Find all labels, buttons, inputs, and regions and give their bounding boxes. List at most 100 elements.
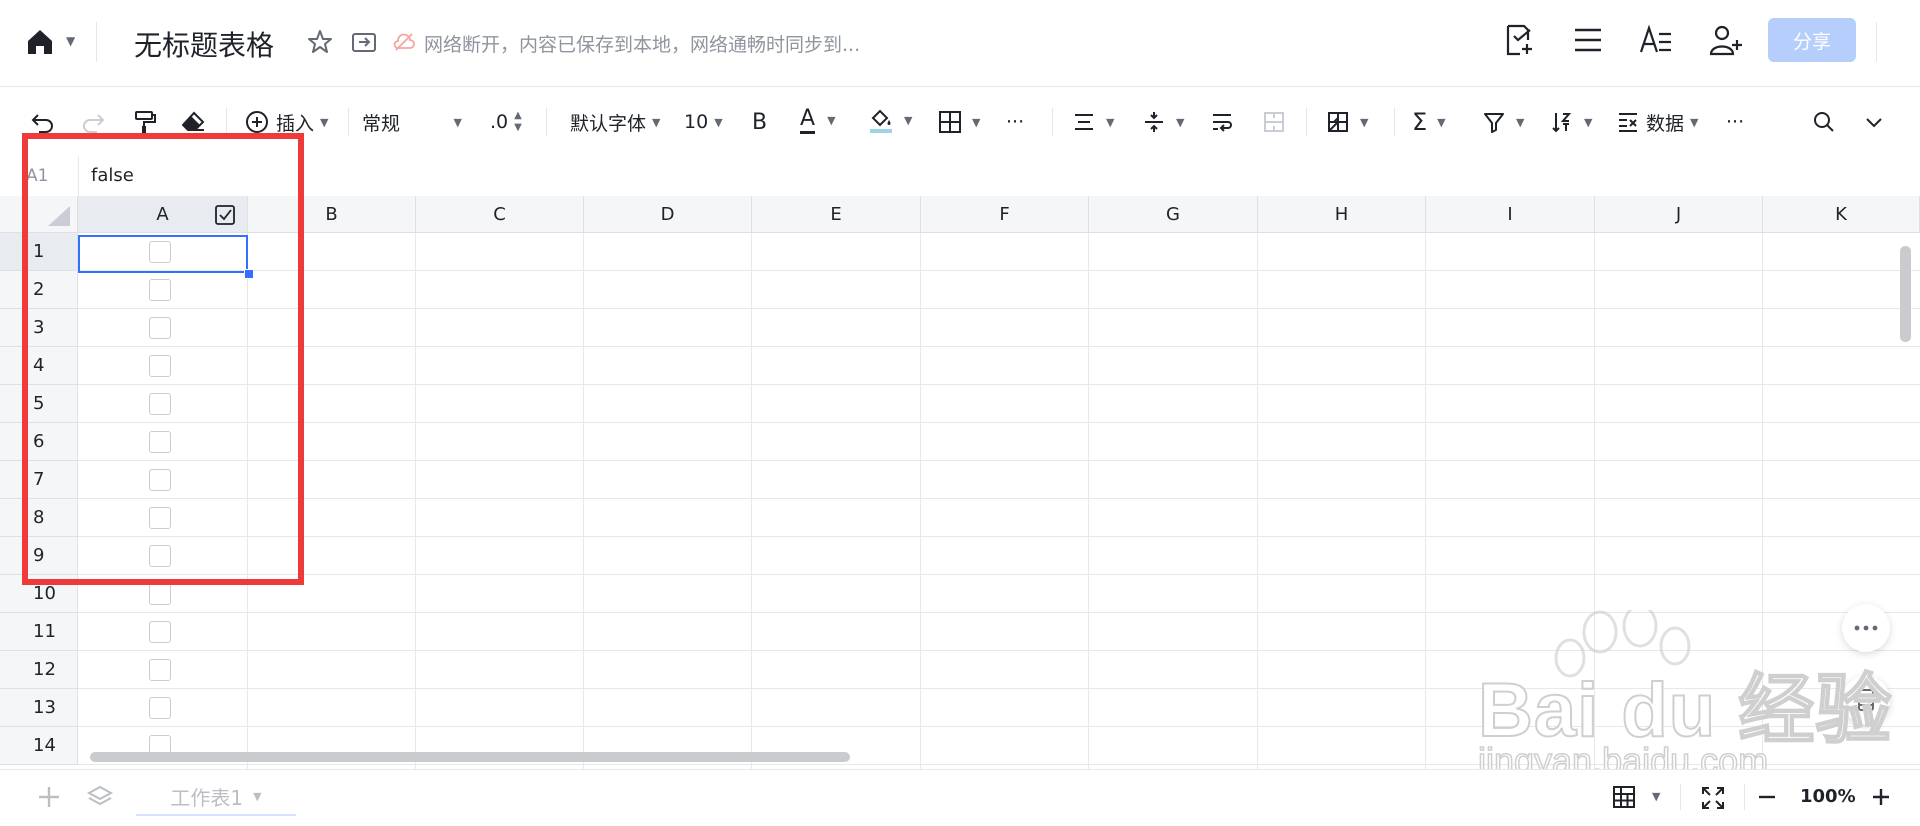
horizontal-scrollbar[interactable]	[90, 752, 850, 762]
chevron-down-icon: ▼	[714, 115, 723, 129]
decimal-places-stepper[interactable]: .0 ▲ ▼	[490, 108, 522, 136]
fullscreen-icon[interactable]	[1700, 785, 1726, 811]
conditional-format-icon	[1328, 112, 1348, 132]
column-header-j[interactable]: J	[1595, 196, 1763, 233]
more-tools-button[interactable]: ···	[1726, 108, 1744, 136]
row-gridline	[78, 574, 1920, 575]
chevron-down-icon: ▼	[253, 789, 262, 803]
checkbox-a10[interactable]	[149, 583, 171, 605]
menu-icon[interactable]	[1570, 22, 1606, 58]
document-check-icon[interactable]	[1500, 22, 1536, 58]
chevron-down-icon: ▼	[972, 115, 981, 129]
insert-button[interactable]: 插入 ▼	[244, 108, 328, 136]
home-icon[interactable]	[24, 26, 56, 58]
more-format-button[interactable]: ···	[1006, 108, 1024, 136]
number-format-select[interactable]: 常规 ▼	[362, 108, 462, 136]
data-menu-button[interactable]: 数据 ▼	[1616, 108, 1698, 136]
add-sheet-icon[interactable]	[36, 784, 62, 810]
checkbox-a13[interactable]	[149, 697, 171, 719]
horizontal-align-button[interactable]: ▼	[1072, 108, 1114, 136]
column-header-i[interactable]: I	[1426, 196, 1595, 233]
bold-button[interactable]: B	[752, 108, 767, 136]
checkbox-a12[interactable]	[149, 659, 171, 681]
row-gridline	[78, 384, 1920, 385]
divider	[1052, 108, 1053, 136]
column-header-f[interactable]: F	[921, 196, 1089, 233]
chevron-down-icon[interactable]: ▼	[1652, 790, 1660, 803]
column-header-c[interactable]: C	[416, 196, 584, 233]
sheet-list-layers-icon[interactable]	[86, 784, 114, 810]
border-button[interactable]: ▼	[938, 108, 980, 136]
filter-icon	[1484, 113, 1504, 133]
column-gridline	[1088, 233, 1089, 769]
sum-button[interactable]: Σ ▼	[1412, 108, 1446, 136]
add-collaborator-icon[interactable]	[1708, 22, 1744, 58]
move-to-folder-icon[interactable]	[350, 28, 378, 56]
grid-view-icon[interactable]	[1612, 785, 1636, 809]
fill-color-button[interactable]: ▼	[868, 106, 912, 134]
row-header-11[interactable]: 11	[0, 613, 78, 651]
checkbox-a11[interactable]	[149, 621, 171, 643]
star-icon[interactable]	[306, 28, 334, 56]
column-header-label: I	[1507, 203, 1513, 225]
row-header-14[interactable]: 14	[0, 727, 78, 765]
conditional-format-button[interactable]: ▼	[1326, 108, 1368, 136]
font-size-select[interactable]: 10 ▼	[684, 108, 723, 136]
zoom-in-icon[interactable]	[1870, 786, 1892, 808]
row-gridline	[78, 498, 1920, 499]
column-header-label: B	[325, 203, 338, 225]
sheet-tab-1[interactable]: 工作表1 ▼	[136, 778, 296, 816]
row-header-12[interactable]: 12	[0, 651, 78, 689]
search-button[interactable]	[1812, 108, 1836, 136]
wrap-text-icon	[1213, 114, 1232, 132]
chevron-down-icon: ▼	[320, 115, 329, 129]
align-center-icon	[1075, 114, 1093, 130]
wrap-text-button[interactable]	[1210, 108, 1234, 136]
divider	[546, 108, 547, 136]
collapse-toolbar-button[interactable]	[1862, 108, 1886, 136]
more-icon: ···	[1006, 111, 1025, 133]
document-title[interactable]: 无标题表格	[134, 24, 274, 64]
row-header-13[interactable]: 13	[0, 689, 78, 727]
divider	[348, 108, 349, 136]
bottom-bar: 工作表1 ▼ ▼ 100%	[0, 769, 1920, 826]
column-header-h[interactable]: H	[1258, 196, 1426, 233]
undo-icon	[31, 114, 53, 133]
undo-button[interactable]	[30, 108, 56, 136]
row-header-label: 11	[33, 621, 56, 642]
format-painter-button[interactable]	[132, 108, 158, 136]
column-header-g[interactable]: G	[1089, 196, 1258, 233]
home-dropdown-caret-icon[interactable]: ▼	[66, 34, 75, 48]
column-header-k[interactable]: K	[1763, 196, 1920, 233]
column-gridline	[1257, 233, 1258, 769]
filter-button[interactable]: ▼	[1482, 108, 1524, 136]
text-color-label: A	[800, 106, 816, 134]
column-header-label: J	[1675, 203, 1682, 225]
plus-circle-icon	[246, 111, 268, 133]
sort-button[interactable]: ▼	[1550, 108, 1592, 136]
text-style-icon[interactable]	[1638, 22, 1674, 58]
vertical-align-button[interactable]: ▼	[1142, 108, 1184, 136]
text-color-button[interactable]: A ▼	[800, 106, 836, 134]
chevron-down-icon: ▼	[652, 115, 661, 129]
more-options-floating-button[interactable]	[1842, 604, 1890, 652]
column-header-d[interactable]: D	[584, 196, 752, 233]
row-gridline	[78, 346, 1920, 347]
divider	[1876, 22, 1877, 62]
chevron-down-icon: ▼	[827, 113, 836, 127]
redo-icon	[83, 114, 105, 133]
stepper-arrows-icon: ▲ ▼	[514, 110, 522, 133]
redo-button[interactable]	[80, 108, 106, 136]
vertical-scrollbar[interactable]	[1900, 246, 1911, 342]
zoom-out-icon[interactable]	[1756, 786, 1778, 808]
merge-cells-button[interactable]	[1262, 108, 1286, 136]
font-family-select[interactable]: 默认字体 ▼	[570, 108, 660, 136]
column-header-e[interactable]: E	[752, 196, 921, 233]
divider	[1744, 784, 1745, 810]
chevron-down-icon: ▼	[453, 115, 462, 129]
divider	[1680, 784, 1681, 810]
clear-format-button[interactable]	[180, 108, 206, 136]
share-button[interactable]: 分享	[1768, 18, 1856, 62]
chevron-down-icon: ▼	[1360, 115, 1369, 129]
row-gridline	[78, 460, 1920, 461]
